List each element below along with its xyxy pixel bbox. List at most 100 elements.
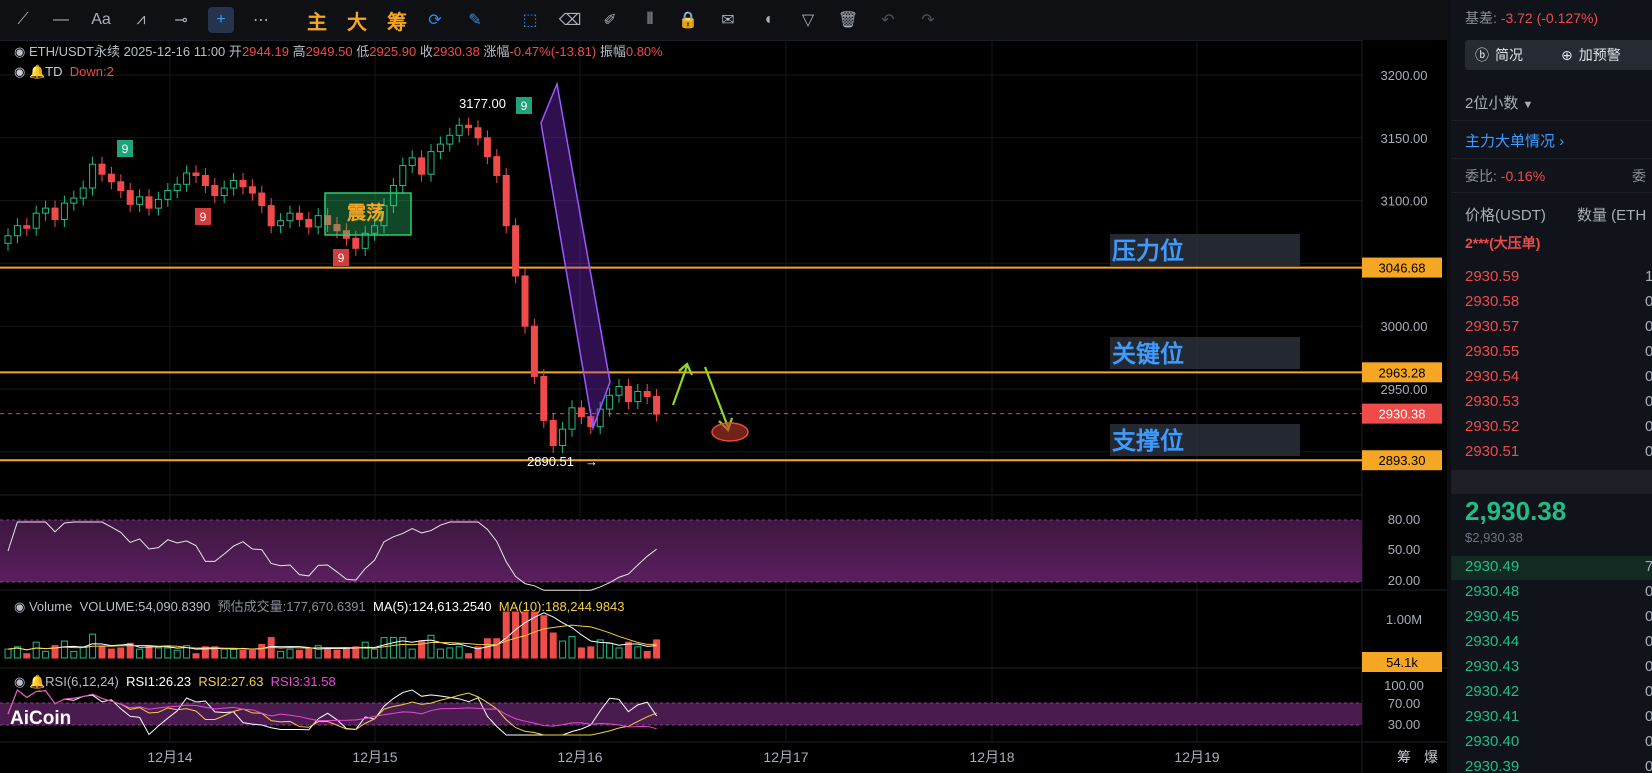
candle[interactable] [277,220,285,227]
candle[interactable] [126,190,134,205]
target-ellipse-shape[interactable] [711,422,749,442]
ask-row[interactable]: 2930.52 0 [1465,418,1652,435]
bid-row[interactable]: 2930.48 0 [1465,583,1652,600]
drop-channel-shape[interactable] [540,81,611,431]
candle[interactable] [89,163,97,189]
main-orders-link[interactable]: 主力大单情况 › [1465,130,1564,151]
candle[interactable] [606,394,614,410]
candle[interactable] [446,134,454,145]
candle[interactable] [173,183,181,192]
bid-row[interactable]: 2930.39 0 [1465,758,1652,773]
candle[interactable] [427,151,435,175]
volume-bar [286,648,294,659]
eye-icon[interactable]: ◉ [14,674,25,689]
candle[interactable] [399,164,407,187]
bid-row[interactable]: 2930.43 0 [1465,658,1652,675]
eye-icon[interactable]: ◉ [14,599,25,614]
candle[interactable] [4,235,12,244]
candle[interactable] [154,198,162,209]
candle[interactable] [634,391,642,403]
ask-row[interactable]: 2930.55 0 [1465,343,1652,360]
ask-row[interactable]: 2930.58 0 [1465,293,1652,310]
axis-mode-button[interactable]: 筹 [1397,749,1411,765]
candle[interactable] [70,197,78,204]
ask-row[interactable]: 2930.57 0 [1465,318,1652,335]
volume-bar [258,644,266,659]
precision-select[interactable]: 2位小数 ▼ [1465,92,1533,113]
candle[interactable] [418,157,426,175]
candle[interactable] [465,124,473,129]
eye-icon[interactable]: ◉ [14,64,25,79]
bell-icon[interactable]: 🔔 [29,64,45,79]
candle[interactable] [521,275,529,327]
candle[interactable] [502,174,510,227]
candle[interactable] [474,127,482,139]
candle[interactable] [258,192,266,207]
bell-icon[interactable]: 🔔 [29,674,45,689]
candle[interactable] [98,163,106,175]
candle[interactable] [352,237,360,249]
chart-area[interactable]: ⟋ — Aa ⩘ ⊸ + ⋯ 主大筹 ⟳ ✎ ⬚ ⌫ ✐ ⫴ 🔒 ✉ ◖ ▽ 🗑 ↶ ↷ 压力位 3046.68 关键位 29… [0,0,1447,773]
candle[interactable] [267,205,275,227]
candle[interactable] [248,186,256,194]
last-price-usd: $2,930.38 [1465,530,1523,545]
candle[interactable] [164,190,172,200]
candle[interactable] [13,225,21,237]
candle[interactable] [23,225,31,229]
candle[interactable] [32,212,40,229]
candle[interactable] [51,207,59,220]
down-arrow-shape[interactable] [703,366,730,428]
candle[interactable] [615,385,623,396]
candle[interactable] [107,173,115,183]
candle[interactable] [183,172,191,185]
candle[interactable] [305,218,313,228]
ask-row[interactable]: 2930.54 0 [1465,368,1652,385]
candle[interactable] [493,156,501,176]
candle[interactable] [314,215,322,228]
bid-row[interactable]: 2930.41 0 [1465,708,1652,725]
candle[interactable] [643,391,651,398]
ask-row[interactable]: 2930.51 0 [1465,443,1652,460]
candle[interactable] [455,124,463,136]
candle[interactable] [483,137,491,158]
brief-button[interactable]: ⓑ 简况 [1465,40,1561,70]
candle[interactable] [436,143,444,153]
rsi-info: ◉ 🔔RSI(6,12,24) RSI1:26.23 RSI2:27.63 RS… [14,674,336,689]
candle[interactable] [568,407,576,430]
candle[interactable] [653,396,661,415]
candle[interactable] [549,419,557,447]
candle[interactable] [211,185,219,197]
volume-bar [615,647,623,659]
candle[interactable] [192,172,200,176]
candle[interactable] [230,180,238,189]
candle[interactable] [540,375,548,421]
candle[interactable] [79,187,87,199]
candle[interactable] [201,174,209,187]
candle[interactable] [577,407,585,418]
candle[interactable] [408,157,416,166]
axis-mode-button[interactable]: 爆 [1424,749,1438,765]
price-chart[interactable]: 压力位 3046.68 关键位 2963.28 支撑位 2893.30 2930.38 震荡… [0,0,1447,773]
bid-row[interactable]: 2930.40 0 [1465,733,1652,750]
candle[interactable] [136,196,144,205]
candle[interactable] [42,207,50,214]
candle[interactable] [220,187,228,197]
bid-row[interactable]: 2930.4972 [1465,558,1652,575]
candle[interactable] [239,180,247,188]
bid-row[interactable]: 2930.45 0 [1465,608,1652,625]
candle[interactable] [295,212,303,220]
candle[interactable] [624,385,632,403]
add-alert-button[interactable]: ⊕ 加预警 [1551,40,1652,70]
eye-icon[interactable]: ◉ [14,44,25,59]
candle[interactable] [559,428,567,447]
candle[interactable] [145,196,153,209]
bid-row[interactable]: 2930.44 0 [1465,633,1652,650]
ask-row[interactable]: 2930.53 0 [1465,393,1652,410]
ask-row[interactable]: 2930.59 1 [1465,268,1652,285]
candle[interactable] [530,325,538,377]
candle[interactable] [60,202,68,220]
bid-row[interactable]: 2930.42 0 [1465,683,1652,700]
candle[interactable] [117,181,125,192]
candle[interactable] [512,225,520,277]
candle[interactable] [286,212,294,222]
